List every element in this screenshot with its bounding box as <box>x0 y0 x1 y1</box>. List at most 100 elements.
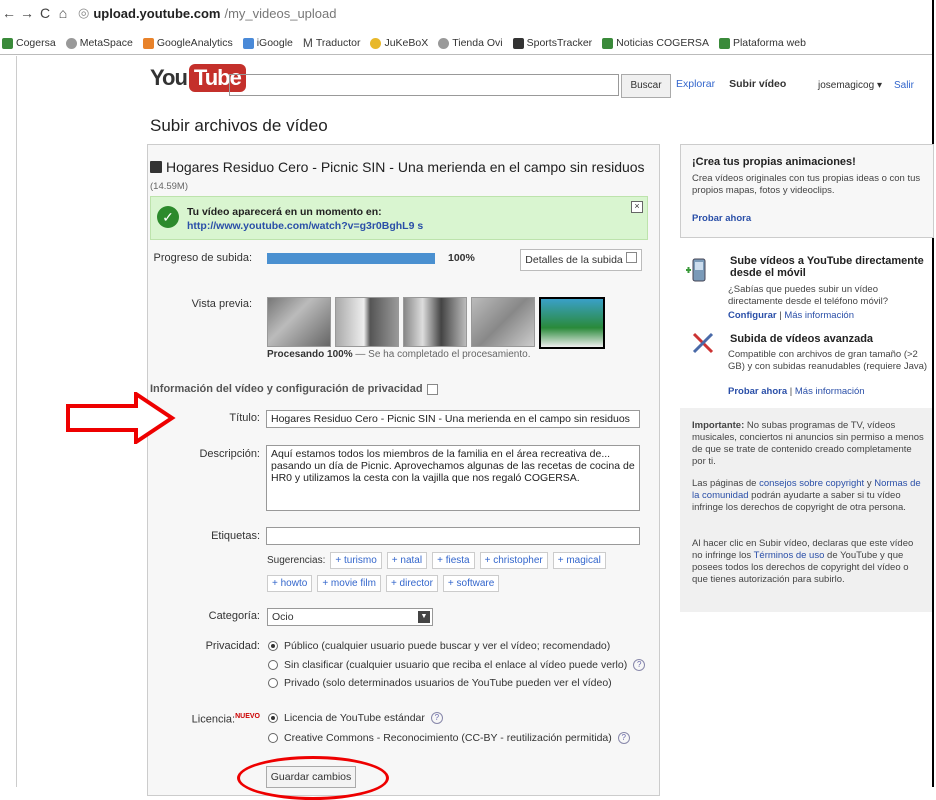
bookmark-icon: M <box>302 36 313 50</box>
advanced-links: Probar ahora | Más información <box>728 386 865 397</box>
terms-link[interactable]: Términos de uso <box>754 550 825 561</box>
option-label: Licencia de YouTube estándar <box>284 712 425 724</box>
back-icon[interactable]: ← <box>0 5 18 21</box>
tags-input[interactable] <box>266 527 640 545</box>
reload-icon[interactable]: C <box>36 5 54 21</box>
file-title: Hogares Residuo Cero - Picnic SIN - Una … <box>150 159 650 175</box>
mobile-title: Sube vídeos a YouTube directamente desde… <box>730 255 924 279</box>
copyright-text: Las páginas de consejos sobre copyright … <box>692 478 924 514</box>
mobile-phone-icon <box>686 258 706 282</box>
bookmark-item[interactable]: JuKeBoX <box>370 37 428 49</box>
bookmark-item[interactable]: MetaSpace <box>65 37 133 49</box>
url-host: upload.youtube.com <box>93 5 221 21</box>
bookmark-item[interactable]: Tienda Ovi <box>438 37 503 49</box>
radio-button[interactable] <box>268 713 278 723</box>
description-textarea[interactable]: Aquí estamos todos los miembros de la fa… <box>266 445 640 511</box>
radio-button[interactable] <box>268 660 278 670</box>
bookmark-icon <box>242 37 254 49</box>
bookmark-item[interactable]: iGoogle <box>242 37 293 49</box>
advanced-title: Subida de vídeos avanzada <box>730 333 874 345</box>
help-icon[interactable]: ? <box>617 732 630 744</box>
tag-suggestion[interactable]: + movie film <box>317 575 381 592</box>
page-icon: ◎ <box>78 5 90 20</box>
tags-label: Etiquetas: <box>211 530 260 542</box>
user-area: josemagicog ▾ Salir <box>818 80 914 91</box>
tag-suggestion[interactable]: + natal <box>386 552 428 569</box>
more-info-link[interactable]: Más información <box>795 386 865 397</box>
license-option-standard[interactable]: Licencia de YouTube estándar? <box>268 712 443 724</box>
important-text: Importante: No subas programas de TV, ví… <box>692 420 924 468</box>
thumbnail-strip <box>267 297 605 349</box>
notice-url-link[interactable]: http://www.youtube.com/watch?v=g3r0BghL9… <box>187 220 423 232</box>
radio-button[interactable] <box>268 641 278 651</box>
help-icon[interactable]: ? <box>430 712 443 724</box>
forward-icon[interactable]: → <box>18 5 36 21</box>
mobile-text: ¿Sabías que puedes subir un vídeo direct… <box>728 284 889 307</box>
tag-suggestion[interactable]: + christopher <box>479 552 548 569</box>
username-menu[interactable]: josemagicog ▾ <box>818 80 882 91</box>
try-now-link[interactable]: Probar ahora <box>728 386 787 397</box>
bookmark-icon <box>718 37 730 49</box>
license-label-text: Licencia: <box>191 713 236 726</box>
option-label: Sin clasificar (cualquier usuario que re… <box>284 659 628 671</box>
privacy-label: Privacidad: <box>205 640 260 652</box>
tag-suggestion[interactable]: + director <box>385 575 438 592</box>
signout-link[interactable]: Salir <box>894 80 914 91</box>
bookmark-item[interactable]: GoogleAnalytics <box>142 37 233 49</box>
bookmark-label: Cogersa <box>16 37 56 49</box>
url-path: /my_videos_upload <box>224 5 337 21</box>
bookmark-item[interactable]: Plataforma web <box>718 37 806 49</box>
divider <box>16 56 17 787</box>
bookmark-item[interactable]: Noticias COGERSA <box>602 37 709 49</box>
thumbnail-option[interactable] <box>335 297 399 347</box>
terms-text: Al hacer clic en Subir vídeo, declaras q… <box>692 538 924 586</box>
copyright-tips-link[interactable]: consejos sobre copyright <box>759 478 864 489</box>
close-icon[interactable]: × <box>631 201 643 213</box>
new-badge: NUEVO <box>235 713 260 720</box>
configure-link[interactable]: Configurar <box>728 310 777 321</box>
search-button[interactable]: Buscar <box>621 74 671 98</box>
expand-icon <box>625 252 637 263</box>
radio-button[interactable] <box>268 733 278 743</box>
logo-you-text: You <box>150 65 188 90</box>
privacy-option-unlisted[interactable]: Sin clasificar (cualquier usuario que re… <box>268 659 646 671</box>
bookmark-item[interactable]: M Traductor <box>303 36 361 50</box>
thumbnail-selected[interactable] <box>539 297 605 349</box>
bookmark-label: JuKeBoX <box>384 37 429 49</box>
address-bar[interactable]: ◎ upload.youtube.com/my_videos_upload <box>78 5 337 21</box>
upload-details-button[interactable]: Detalles de la subida <box>520 249 642 271</box>
page-title: Subir archivos de vídeo <box>150 116 328 135</box>
thumbnail-option[interactable] <box>267 297 331 347</box>
collapse-icon[interactable] <box>426 383 438 395</box>
preview-label: Vista previa: <box>191 298 252 310</box>
bookmark-icon <box>512 37 524 49</box>
mobile-links: Configurar | Más información <box>728 310 855 321</box>
details-label: Detalles de la subida <box>525 254 623 266</box>
thumbnail-option[interactable] <box>403 297 467 347</box>
bookmark-icon <box>438 37 450 49</box>
title-input[interactable]: Hogares Residuo Cero - Picnic SIN - Una … <box>266 410 640 428</box>
home-icon[interactable]: ⌂ <box>54 5 72 21</box>
nav-upload[interactable]: Subir vídeo <box>729 78 786 90</box>
progress-fill <box>267 253 435 264</box>
bookmark-item[interactable]: SportsTracker <box>512 37 592 49</box>
radio-button[interactable] <box>268 678 278 688</box>
bookmark-item[interactable]: Cogersa <box>2 37 56 49</box>
tag-suggestion[interactable]: + howto <box>267 575 313 592</box>
license-option-cc[interactable]: Creative Commons - Reconocimiento (CC-BY… <box>268 732 630 744</box>
promo-link[interactable]: Probar ahora <box>692 213 751 225</box>
bookmark-icon <box>65 37 77 49</box>
tag-suggestion[interactable]: + turismo <box>330 552 382 569</box>
category-label: Categoría: <box>208 610 260 622</box>
thumbnail-option[interactable] <box>471 297 535 347</box>
nav-explore[interactable]: Explorar <box>676 78 715 90</box>
tag-suggestion[interactable]: + software <box>442 575 500 592</box>
privacy-option-public[interactable]: Público (cualquier usuario puede buscar … <box>268 640 610 652</box>
tag-suggestion[interactable]: + fiesta <box>432 552 475 569</box>
more-info-link[interactable]: Más información <box>784 310 854 321</box>
privacy-option-private[interactable]: Privado (solo determinados usuarios de Y… <box>268 677 612 689</box>
help-icon[interactable]: ? <box>633 659 646 671</box>
search-input[interactable] <box>229 74 619 96</box>
category-select[interactable]: Ocio ▼ <box>267 608 433 626</box>
tag-suggestion[interactable]: + magical <box>552 552 606 569</box>
